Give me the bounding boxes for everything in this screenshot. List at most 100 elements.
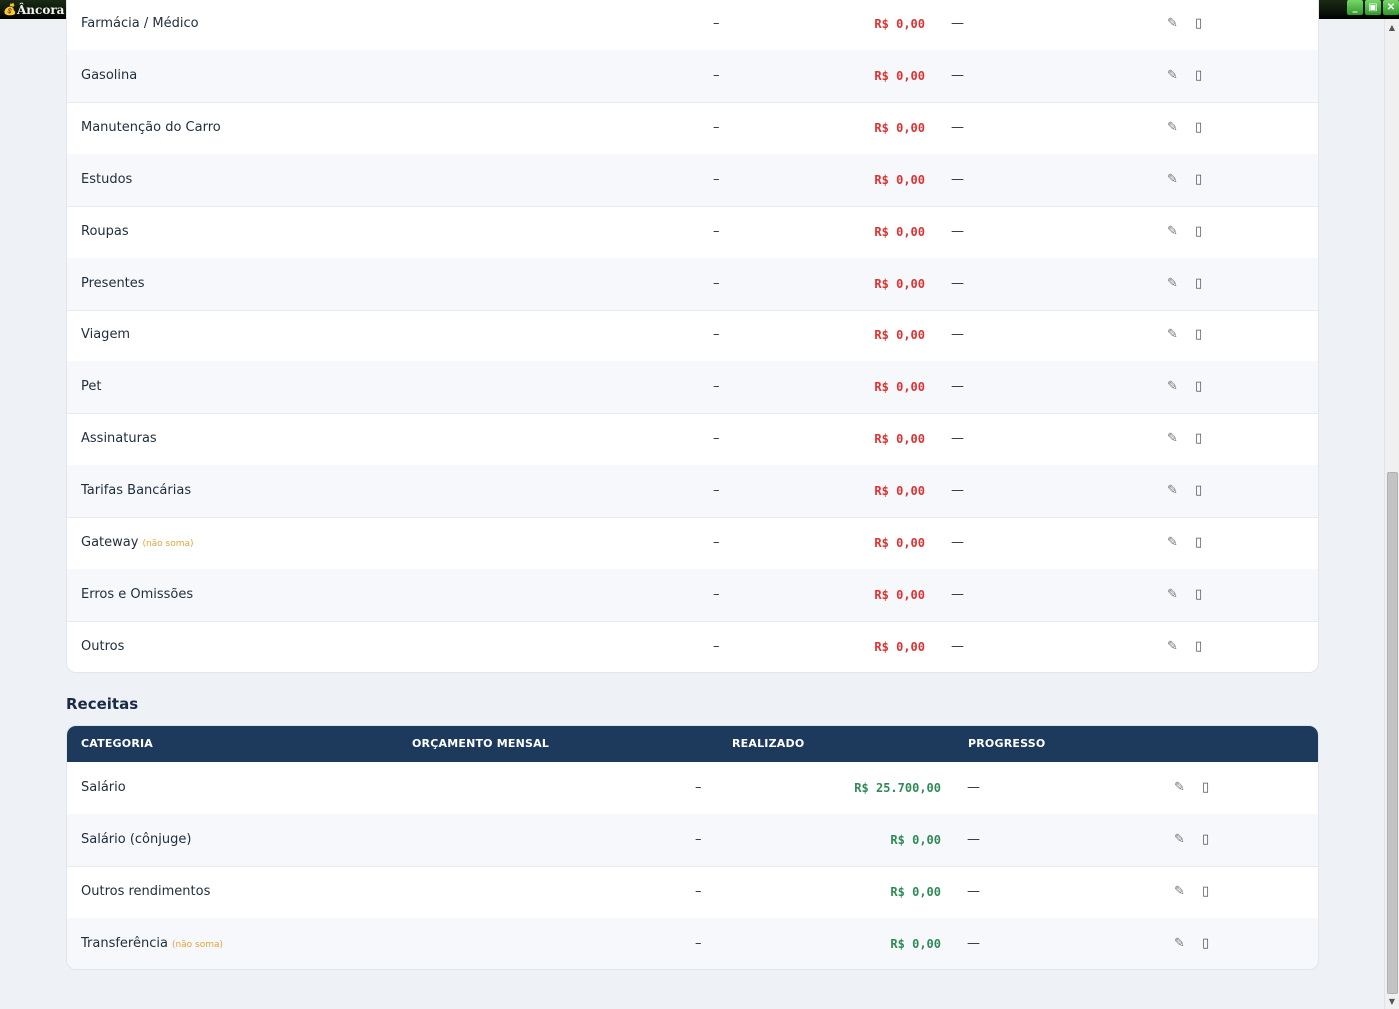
edit-pencil-icon[interactable]: ✎ xyxy=(1167,206,1178,258)
monthly-budget-value: – xyxy=(713,223,720,239)
progress-value: — xyxy=(967,780,980,795)
delete-trash-icon[interactable]: ▯ xyxy=(1195,517,1202,569)
table-row: Tarifas Bancárias – R$ 0,00 — ✎ ▯ xyxy=(67,465,1318,519)
table-row: Farmácia / Médico – R$ 0,00 — ✎ ▯ xyxy=(67,0,1318,51)
table-row: Viagem – R$ 0,00 — ✎ ▯ xyxy=(67,309,1318,363)
monthly-budget-value: – xyxy=(713,67,720,83)
progress-value: — xyxy=(951,275,964,291)
monthly-budget-value: – xyxy=(713,483,720,499)
delete-trash-icon[interactable]: ▯ xyxy=(1195,0,1202,50)
progress-value: — xyxy=(951,16,964,31)
category-label: Outros rendimentos xyxy=(81,866,210,918)
scrollbar-thumb[interactable] xyxy=(1387,472,1398,994)
table-row: Manutenção do Carro – R$ 0,00 — ✎ ▯ xyxy=(67,102,1318,155)
expenses-table: Farmácia / Médico – R$ 0,00 — ✎ ▯ Gasolina – R$ … xyxy=(66,0,1319,673)
progress-value: — xyxy=(951,535,964,550)
edit-pencil-icon[interactable]: ✎ xyxy=(1167,258,1178,310)
delete-trash-icon[interactable]: ▯ xyxy=(1195,465,1202,517)
realized-value: R$ 0,00 xyxy=(874,17,925,31)
delete-trash-icon[interactable]: ▯ xyxy=(1195,309,1202,361)
monthly-budget-value: – xyxy=(713,16,720,31)
edit-pencil-icon[interactable]: ✎ xyxy=(1167,0,1178,50)
money-bag-icon: 💰 xyxy=(3,2,17,16)
category-name: Estudos xyxy=(81,171,133,187)
edit-pencil-icon[interactable]: ✎ xyxy=(1167,621,1178,672)
edit-pencil-icon[interactable]: ✎ xyxy=(1167,154,1178,206)
delete-trash-icon[interactable]: ▯ xyxy=(1202,918,1209,969)
edit-pencil-icon[interactable]: ✎ xyxy=(1167,517,1178,569)
edit-pencil-icon[interactable]: ✎ xyxy=(1167,309,1178,361)
category-label: Gasolina xyxy=(81,50,137,102)
realized-value: R$ 0,00 xyxy=(874,172,925,187)
delete-trash-icon[interactable]: ▯ xyxy=(1202,814,1209,866)
delete-trash-icon[interactable]: ▯ xyxy=(1195,154,1202,206)
edit-pencil-icon[interactable]: ✎ xyxy=(1174,866,1185,918)
category-name: Outros xyxy=(81,638,125,654)
category-name: Roupas xyxy=(81,223,129,239)
restore-button[interactable]: ▣ xyxy=(1365,0,1381,15)
monthly-budget-value: – xyxy=(713,171,720,187)
vertical-scrollbar[interactable]: ▲ ▼ xyxy=(1384,19,1399,1009)
delete-trash-icon[interactable]: ▯ xyxy=(1202,762,1209,814)
realized-value: R$ 0,00 xyxy=(874,536,925,550)
category-name: Presentes xyxy=(81,275,145,291)
scroll-down-arrow-icon[interactable]: ▼ xyxy=(1385,995,1399,1009)
not-summed-tag: (não soma) xyxy=(142,539,194,549)
realized-value: R$ 0,00 xyxy=(874,587,925,602)
column-header-progress: PROGRESSO xyxy=(968,737,1046,750)
minimize-button[interactable]: _ xyxy=(1347,0,1363,15)
edit-pencil-icon[interactable]: ✎ xyxy=(1167,569,1178,621)
category-label: Assinaturas xyxy=(81,413,157,465)
category-name: Erros e Omissões xyxy=(81,586,194,602)
category-label: Salário xyxy=(81,762,126,814)
delete-trash-icon[interactable]: ▯ xyxy=(1195,206,1202,258)
realized-value: R$ 0,00 xyxy=(874,276,925,291)
edit-pencil-icon[interactable]: ✎ xyxy=(1167,50,1178,102)
category-name: Tarifas Bancárias xyxy=(81,483,192,499)
edit-pencil-icon[interactable]: ✎ xyxy=(1167,413,1178,465)
edit-pencil-icon[interactable]: ✎ xyxy=(1174,814,1185,866)
category-label: Tarifas Bancárias xyxy=(81,465,191,517)
monthly-budget-value: – xyxy=(713,535,720,550)
edit-pencil-icon[interactable]: ✎ xyxy=(1174,762,1185,814)
delete-trash-icon[interactable]: ▯ xyxy=(1195,50,1202,102)
category-name: Assinaturas xyxy=(81,431,157,447)
delete-trash-icon[interactable]: ▯ xyxy=(1195,361,1202,413)
delete-trash-icon[interactable]: ▯ xyxy=(1195,569,1202,621)
monthly-budget-value: – xyxy=(713,379,720,395)
realized-value: R$ 25.700,00 xyxy=(854,781,941,795)
delete-trash-icon[interactable]: ▯ xyxy=(1195,258,1202,310)
income-table-header: CATEGORIA ORÇAMENTO MENSAL REALIZADO PRO… xyxy=(67,726,1318,762)
close-button[interactable]: ✕ xyxy=(1383,0,1399,15)
delete-trash-icon[interactable]: ▯ xyxy=(1202,866,1209,918)
progress-value: — xyxy=(967,831,980,847)
realized-value: R$ 0,00 xyxy=(890,936,941,951)
progress-value: — xyxy=(951,327,964,343)
column-header-realized: REALIZADO xyxy=(732,737,805,750)
edit-pencil-icon[interactable]: ✎ xyxy=(1174,918,1185,969)
category-name: Outros rendimentos xyxy=(81,883,211,899)
realized-value: R$ 0,00 xyxy=(874,328,925,343)
edit-pencil-icon[interactable]: ✎ xyxy=(1167,102,1178,154)
table-row: Pet – R$ 0,00 — ✎ ▯ xyxy=(67,361,1318,415)
delete-trash-icon[interactable]: ▯ xyxy=(1195,102,1202,154)
category-name: Transferência xyxy=(81,935,168,951)
monthly-budget-value: – xyxy=(713,638,720,654)
table-row: Outros – R$ 0,00 — ✎ ▯ xyxy=(67,621,1318,672)
scroll-up-arrow-icon[interactable]: ▲ xyxy=(1385,21,1399,35)
column-header-category: CATEGORIA xyxy=(81,737,154,750)
delete-trash-icon[interactable]: ▯ xyxy=(1195,621,1202,672)
table-row: Roupas – R$ 0,00 — ✎ ▯ xyxy=(67,206,1318,259)
table-row: Erros e Omissões – R$ 0,00 — ✎ ▯ xyxy=(67,568,1318,622)
delete-trash-icon[interactable]: ▯ xyxy=(1195,413,1202,465)
edit-pencil-icon[interactable]: ✎ xyxy=(1167,361,1178,413)
category-label: Manutenção do Carro xyxy=(81,102,221,154)
progress-value: — xyxy=(951,483,964,499)
category-label: Gateway (não soma) xyxy=(81,517,194,569)
realized-value: R$ 0,00 xyxy=(890,832,941,847)
category-label: Viagem xyxy=(81,309,130,361)
edit-pencil-icon[interactable]: ✎ xyxy=(1167,465,1178,517)
category-label: Roupas xyxy=(81,206,129,258)
realized-value: R$ 0,00 xyxy=(874,484,925,499)
category-name: Gateway xyxy=(81,535,139,550)
